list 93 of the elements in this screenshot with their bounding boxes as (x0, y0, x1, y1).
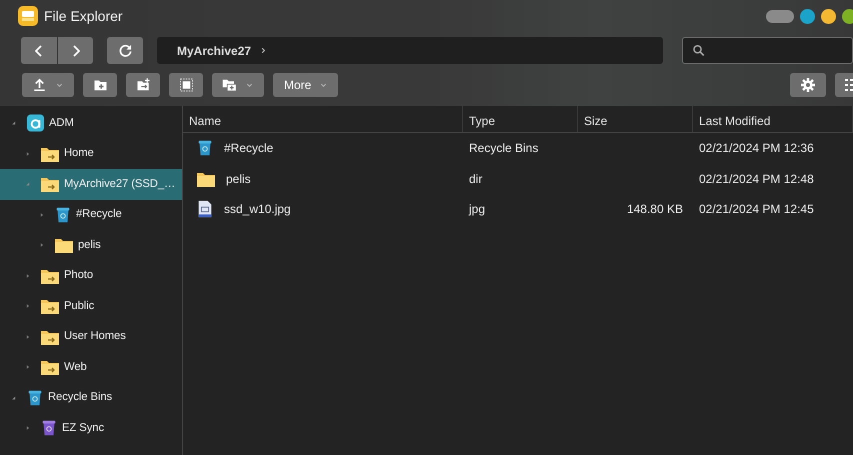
caret-icon (319, 81, 328, 89)
file-row[interactable]: #Recycle Recycle Bins 02/21/2024 PM 12:36 (183, 133, 853, 164)
upload-icon (32, 78, 47, 92)
expanded-arrow-icon (11, 394, 17, 401)
column-header[interactable]: Last Modified (693, 106, 853, 132)
tree-label: MyArchive27 (SSD_… (64, 176, 176, 192)
file-type: dir (469, 172, 482, 186)
refresh-icon (118, 44, 132, 57)
tree-item[interactable]: pelis (0, 230, 182, 260)
trash-icon (54, 206, 72, 224)
file-row[interactable]: pelis dir 02/21/2024 PM 12:48 (183, 164, 853, 194)
file-name: pelis (226, 170, 251, 188)
tree-label: EZ Sync (62, 420, 104, 436)
tree-item[interactable]: MyArchive27 (SSD_… (0, 169, 182, 200)
tree-label: pelis (78, 238, 101, 253)
chevron-left-icon (35, 44, 43, 56)
tree-item[interactable]: Home (0, 138, 182, 169)
caret-icon (55, 81, 64, 89)
collapsed-arrow-icon (25, 424, 31, 432)
shared-folder-icon (40, 358, 60, 376)
tree-label: Web (64, 360, 87, 375)
minimize-control[interactable] (766, 10, 794, 22)
more-button[interactable]: More (273, 73, 338, 97)
collapsed-arrow-icon (39, 210, 45, 219)
tree-item[interactable]: ADM (0, 108, 182, 138)
search-icon (693, 44, 705, 57)
trash-icon (26, 388, 44, 407)
tree-label: Public (64, 298, 94, 314)
file-type: jpg (469, 202, 486, 216)
tree-item[interactable]: Public (0, 291, 182, 322)
window-control[interactable] (842, 8, 853, 24)
upload-button[interactable] (22, 73, 74, 97)
image-file-icon (196, 200, 214, 218)
new-shared-folder-icon (136, 78, 150, 92)
tree-label: Home (64, 146, 94, 162)
shared-folder-icon (40, 175, 60, 194)
settings-button[interactable] (790, 73, 826, 97)
app-icon (18, 6, 38, 26)
drive-icon (26, 114, 45, 132)
expanded-arrow-icon (25, 181, 31, 188)
tree-label: #Recycle (76, 207, 122, 222)
forward-button[interactable] (58, 37, 93, 64)
file-type: Recycle Bins (469, 141, 538, 156)
shared-folder-icon (40, 297, 60, 316)
chevron-right-icon (72, 44, 80, 56)
tree-item[interactable]: Web (0, 352, 182, 382)
folder-copy-icon (222, 78, 237, 92)
window-title: File Explorer (44, 6, 123, 26)
tree-label: User Homes (64, 329, 126, 344)
tree-item[interactable]: EZ Sync (0, 413, 182, 444)
search-field[interactable] (682, 37, 853, 64)
caret-icon (245, 81, 254, 89)
new-folder-button[interactable] (83, 73, 117, 97)
settings-icon (801, 78, 815, 92)
file-row[interactable]: ssd_w10.jpg jpg 148.80 KB 02/21/2024 PM 12:45 (183, 194, 853, 224)
back-button[interactable] (21, 37, 57, 64)
window-control[interactable] (821, 8, 836, 24)
tree-label: Recycle Bins (48, 390, 112, 406)
column-header[interactable]: Name (183, 106, 463, 132)
collapsed-arrow-icon (25, 150, 31, 158)
expanded-arrow-icon (11, 120, 17, 126)
tree-item[interactable]: User Homes (0, 322, 182, 352)
new-share-button[interactable] (126, 73, 160, 97)
trash-icon (40, 419, 58, 438)
refresh-button[interactable] (107, 37, 143, 64)
trash-icon (196, 139, 214, 158)
collapsed-arrow-icon (25, 272, 31, 280)
modified-date: 02/21/2024 PM 12:36 (699, 141, 814, 156)
collapsed-arrow-icon (25, 302, 31, 310)
tree-label: Photo (64, 268, 94, 284)
select-button[interactable] (169, 73, 203, 97)
modified-date: 02/21/2024 PM 12:48 (699, 172, 814, 186)
tree-item[interactable]: Recycle Bins (0, 382, 182, 413)
tree-item[interactable]: Photo (0, 260, 182, 291)
collapsed-arrow-icon (25, 332, 31, 341)
collapsed-arrow-icon (25, 363, 31, 372)
path-segment[interactable]: MyArchive27 (177, 42, 252, 60)
modified-date: 02/21/2024 PM 12:45 (699, 202, 814, 216)
folder-icon (54, 236, 74, 254)
list-view-icon (845, 79, 853, 91)
file-name: ssd_w10.jpg (224, 201, 291, 218)
copy-button[interactable] (212, 73, 264, 97)
window-control[interactable] (800, 8, 815, 24)
new-folder-icon (92, 78, 108, 92)
collapsed-arrow-icon (39, 241, 45, 250)
file-size: 148.80 KB (626, 202, 683, 216)
column-header[interactable]: Type (463, 106, 578, 132)
column-header[interactable]: Size (578, 106, 693, 132)
select-icon (178, 78, 194, 92)
path-bar[interactable]: MyArchive27 (157, 37, 663, 64)
file-name: #Recycle (224, 140, 274, 158)
tree-label: ADM (49, 116, 74, 131)
tree-item[interactable]: #Recycle (0, 200, 182, 230)
